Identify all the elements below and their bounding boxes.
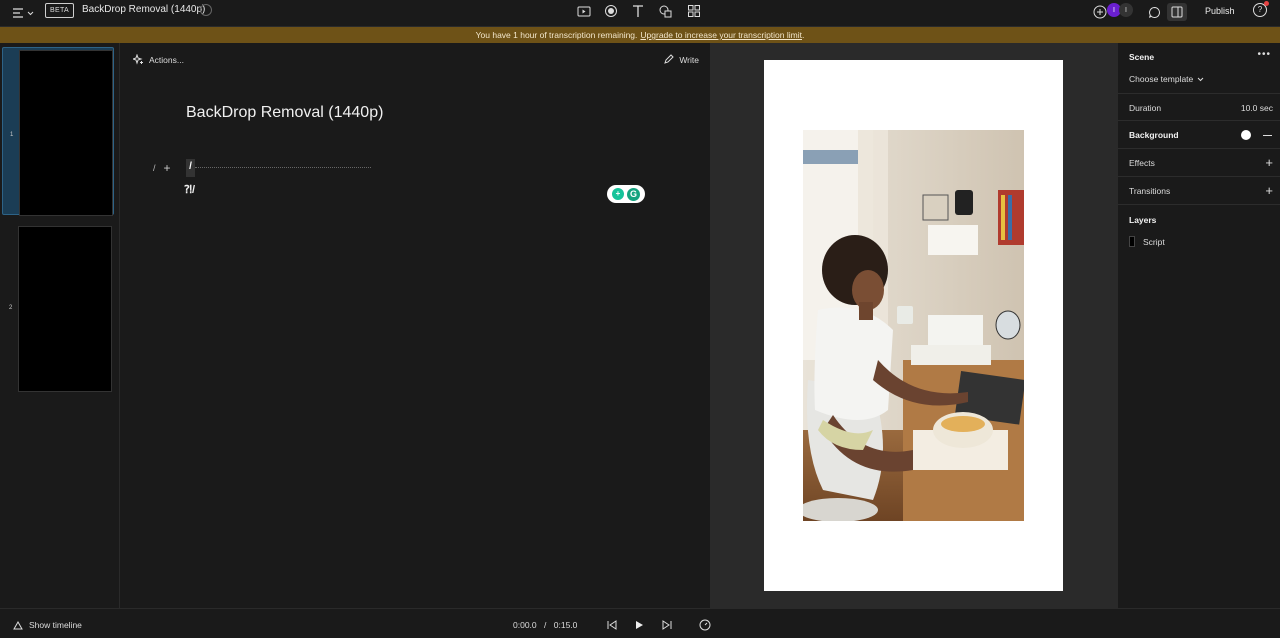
line-marker[interactable]: / xyxy=(153,163,156,173)
layer-thumbnail xyxy=(1129,236,1135,247)
comment-icon xyxy=(1148,6,1160,18)
elements-tool[interactable] xyxy=(686,3,702,19)
scene-number: 2 xyxy=(9,305,13,311)
canvas[interactable] xyxy=(764,60,1063,591)
background-label: Background xyxy=(1129,130,1179,140)
record-icon xyxy=(605,5,617,17)
speed-icon[interactable] xyxy=(699,619,711,631)
minus-icon[interactable] xyxy=(1263,135,1272,136)
more-options-icon[interactable]: ••• xyxy=(1257,49,1271,60)
record-screen-tool[interactable] xyxy=(576,3,592,19)
slash-command[interactable]: / xyxy=(186,159,195,177)
photo-woman-at-desk xyxy=(803,130,1024,521)
scene-card-2[interactable]: 2 xyxy=(2,224,114,392)
duration-value[interactable]: 10.0 sec xyxy=(1241,103,1273,113)
script-title[interactable]: BackDrop Removal (1440p) xyxy=(186,104,383,122)
chevron-down-icon xyxy=(1197,77,1204,81)
menu-icon xyxy=(13,8,23,18)
preview-area xyxy=(710,43,1117,608)
skip-forward-icon[interactable] xyxy=(661,619,673,631)
properties-panel: Scene ••• Choose template Duration 10.0 … xyxy=(1117,43,1280,608)
panel-icon xyxy=(1171,6,1183,18)
notification-dot xyxy=(1264,1,1269,6)
shapes-tool[interactable] xyxy=(658,3,674,19)
time-separator: / xyxy=(544,620,547,630)
skip-back-icon[interactable] xyxy=(606,619,618,631)
write-button[interactable]: Write xyxy=(663,54,699,65)
document-title[interactable]: BackDrop Removal (1440p) xyxy=(82,4,205,15)
record-tool[interactable] xyxy=(603,3,619,19)
scene-photo[interactable] xyxy=(803,130,1024,521)
plus-icon[interactable]: + xyxy=(1265,183,1273,198)
actions-button[interactable]: Actions... xyxy=(133,54,184,65)
grammarly-plus-icon: + xyxy=(612,188,624,200)
banner-message: You have 1 hour of transcription remaini… xyxy=(475,30,638,40)
pencil-icon xyxy=(664,54,675,64)
background-row[interactable]: Background xyxy=(1118,121,1280,149)
line-controls: / + xyxy=(153,161,171,175)
scene-card-1[interactable]: 1 xyxy=(2,47,114,216)
scene-thumbnail xyxy=(18,226,112,392)
shapes-icon xyxy=(659,5,672,18)
write-label: Write xyxy=(679,54,699,65)
chevron-down-icon xyxy=(27,11,34,15)
scene-number: 1 xyxy=(10,132,14,138)
toggle-panel-button[interactable] xyxy=(1167,3,1187,21)
show-timeline-button[interactable]: Show timeline xyxy=(13,620,82,630)
layers-heading: Layers xyxy=(1129,215,1157,225)
time-display: 0:00.0 / 0:15.0 xyxy=(513,620,577,630)
upgrade-link[interactable]: Upgrade to increase your transcription l… xyxy=(640,30,802,40)
show-timeline-label: Show timeline xyxy=(29,620,82,630)
scene-thumbnail xyxy=(19,50,113,216)
top-bar: BETA BackDrop Removal (1440p) I I Publis… xyxy=(0,0,1280,27)
effects-label: Effects xyxy=(1129,158,1155,168)
scene-heading: Scene xyxy=(1129,52,1155,62)
transcription-banner: You have 1 hour of transcription remaini… xyxy=(0,27,1280,43)
sync-status-icon xyxy=(200,4,212,16)
avatar-secondary[interactable]: I xyxy=(1119,3,1133,17)
beta-badge: BETA xyxy=(45,3,74,18)
current-time: 0:00.0 xyxy=(513,620,537,630)
layer-item-script[interactable]: Script xyxy=(1129,236,1165,247)
choose-template-dropdown[interactable]: Choose template xyxy=(1129,74,1204,84)
effects-row[interactable]: Effects + xyxy=(1118,149,1280,177)
timeline-icon xyxy=(13,620,23,629)
publish-button[interactable]: Publish xyxy=(1199,3,1241,19)
text-cursor[interactable]: ⁈/ xyxy=(184,183,195,196)
line-divider xyxy=(195,167,371,168)
comments-button[interactable] xyxy=(1145,3,1163,21)
color-swatch-icon[interactable] xyxy=(1241,130,1251,140)
plus-icon[interactable]: + xyxy=(1265,155,1273,170)
template-label: Choose template xyxy=(1129,74,1194,84)
text-icon xyxy=(633,5,643,17)
app-menu-button[interactable] xyxy=(12,5,38,21)
add-line-button[interactable]: + xyxy=(164,161,171,175)
play-icon[interactable] xyxy=(633,619,645,631)
text-tool[interactable] xyxy=(630,3,646,19)
grammarly-widget[interactable]: + G xyxy=(607,185,645,203)
grammarly-icon: G xyxy=(627,187,640,201)
media-icon xyxy=(577,6,591,17)
sparkle-icon xyxy=(133,54,143,65)
actions-label: Actions... xyxy=(149,54,184,65)
transitions-label: Transitions xyxy=(1129,186,1171,196)
duration-row[interactable]: Duration 10.0 sec xyxy=(1118,93,1280,121)
banner-suffix: . xyxy=(801,30,805,40)
script-editor: Actions... Write BackDrop Removal (1440p… xyxy=(121,43,709,608)
total-time: 0:15.0 xyxy=(553,620,578,630)
scenes-sidebar: 1 2 xyxy=(0,43,120,608)
transitions-row[interactable]: Transitions + xyxy=(1118,177,1280,205)
duration-label: Duration xyxy=(1129,103,1162,113)
layer-label: Script xyxy=(1143,236,1165,247)
bottom-bar: Show timeline 0:00.0 / 0:15.0 xyxy=(0,608,1280,638)
plus-circle-icon xyxy=(1093,5,1107,19)
grid-icon xyxy=(688,5,700,17)
